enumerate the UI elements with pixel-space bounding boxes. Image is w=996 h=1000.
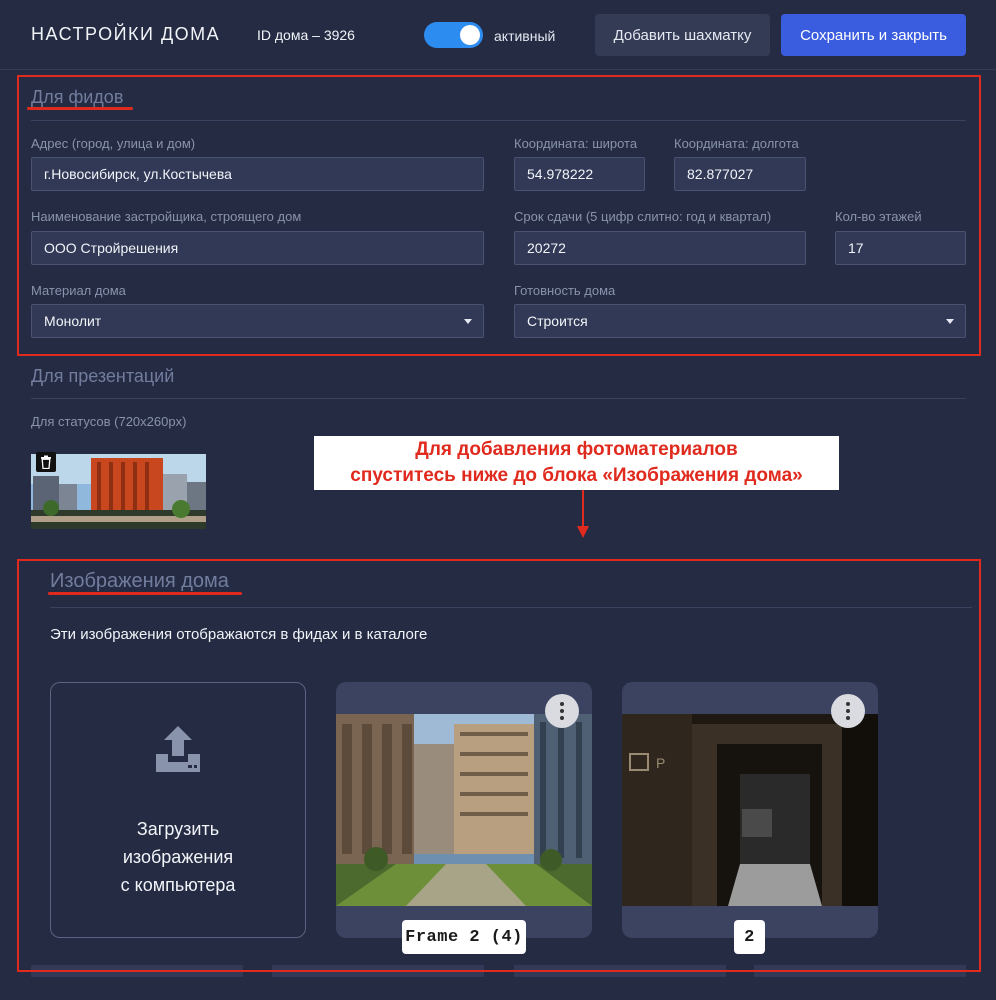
callout-line-2: спуститесь ниже до блока «Изображения до…	[350, 465, 803, 486]
instruction-callout: Для добавления фотоматериалов спуститесь…	[314, 436, 839, 490]
feeds-heading-underline	[27, 107, 133, 110]
callout-arrow-line	[582, 490, 584, 526]
trash-icon	[41, 455, 51, 469]
header: НАСТРОЙКИ ДОМА ID дома – 3926 активный Д…	[0, 0, 996, 70]
page-title: НАСТРОЙКИ ДОМА	[31, 24, 221, 44]
delete-image-button[interactable]	[36, 452, 56, 472]
status-image-thumbnail	[31, 454, 206, 529]
status-image	[31, 454, 206, 529]
feeds-annotation-frame	[17, 75, 981, 356]
save-close-button[interactable]: Сохранить и закрыть	[781, 14, 966, 56]
add-board-button[interactable]: Добавить шахматку	[595, 14, 770, 56]
active-toggle[interactable]	[424, 22, 483, 48]
active-toggle-label: активный	[494, 28, 556, 44]
status-image-label: Для статусов (720x260px)	[31, 414, 187, 429]
arrow-down-icon	[577, 526, 589, 538]
house-id: ID дома – 3926	[257, 27, 355, 43]
presentations-heading: Для презентаций	[31, 366, 175, 386]
toggle-knob	[460, 25, 480, 45]
images-annotation-frame	[17, 559, 981, 972]
callout-line-1: Для добавления фотоматериалов	[415, 439, 738, 460]
presentations-divider	[31, 398, 966, 399]
images-heading-underline	[48, 592, 242, 595]
